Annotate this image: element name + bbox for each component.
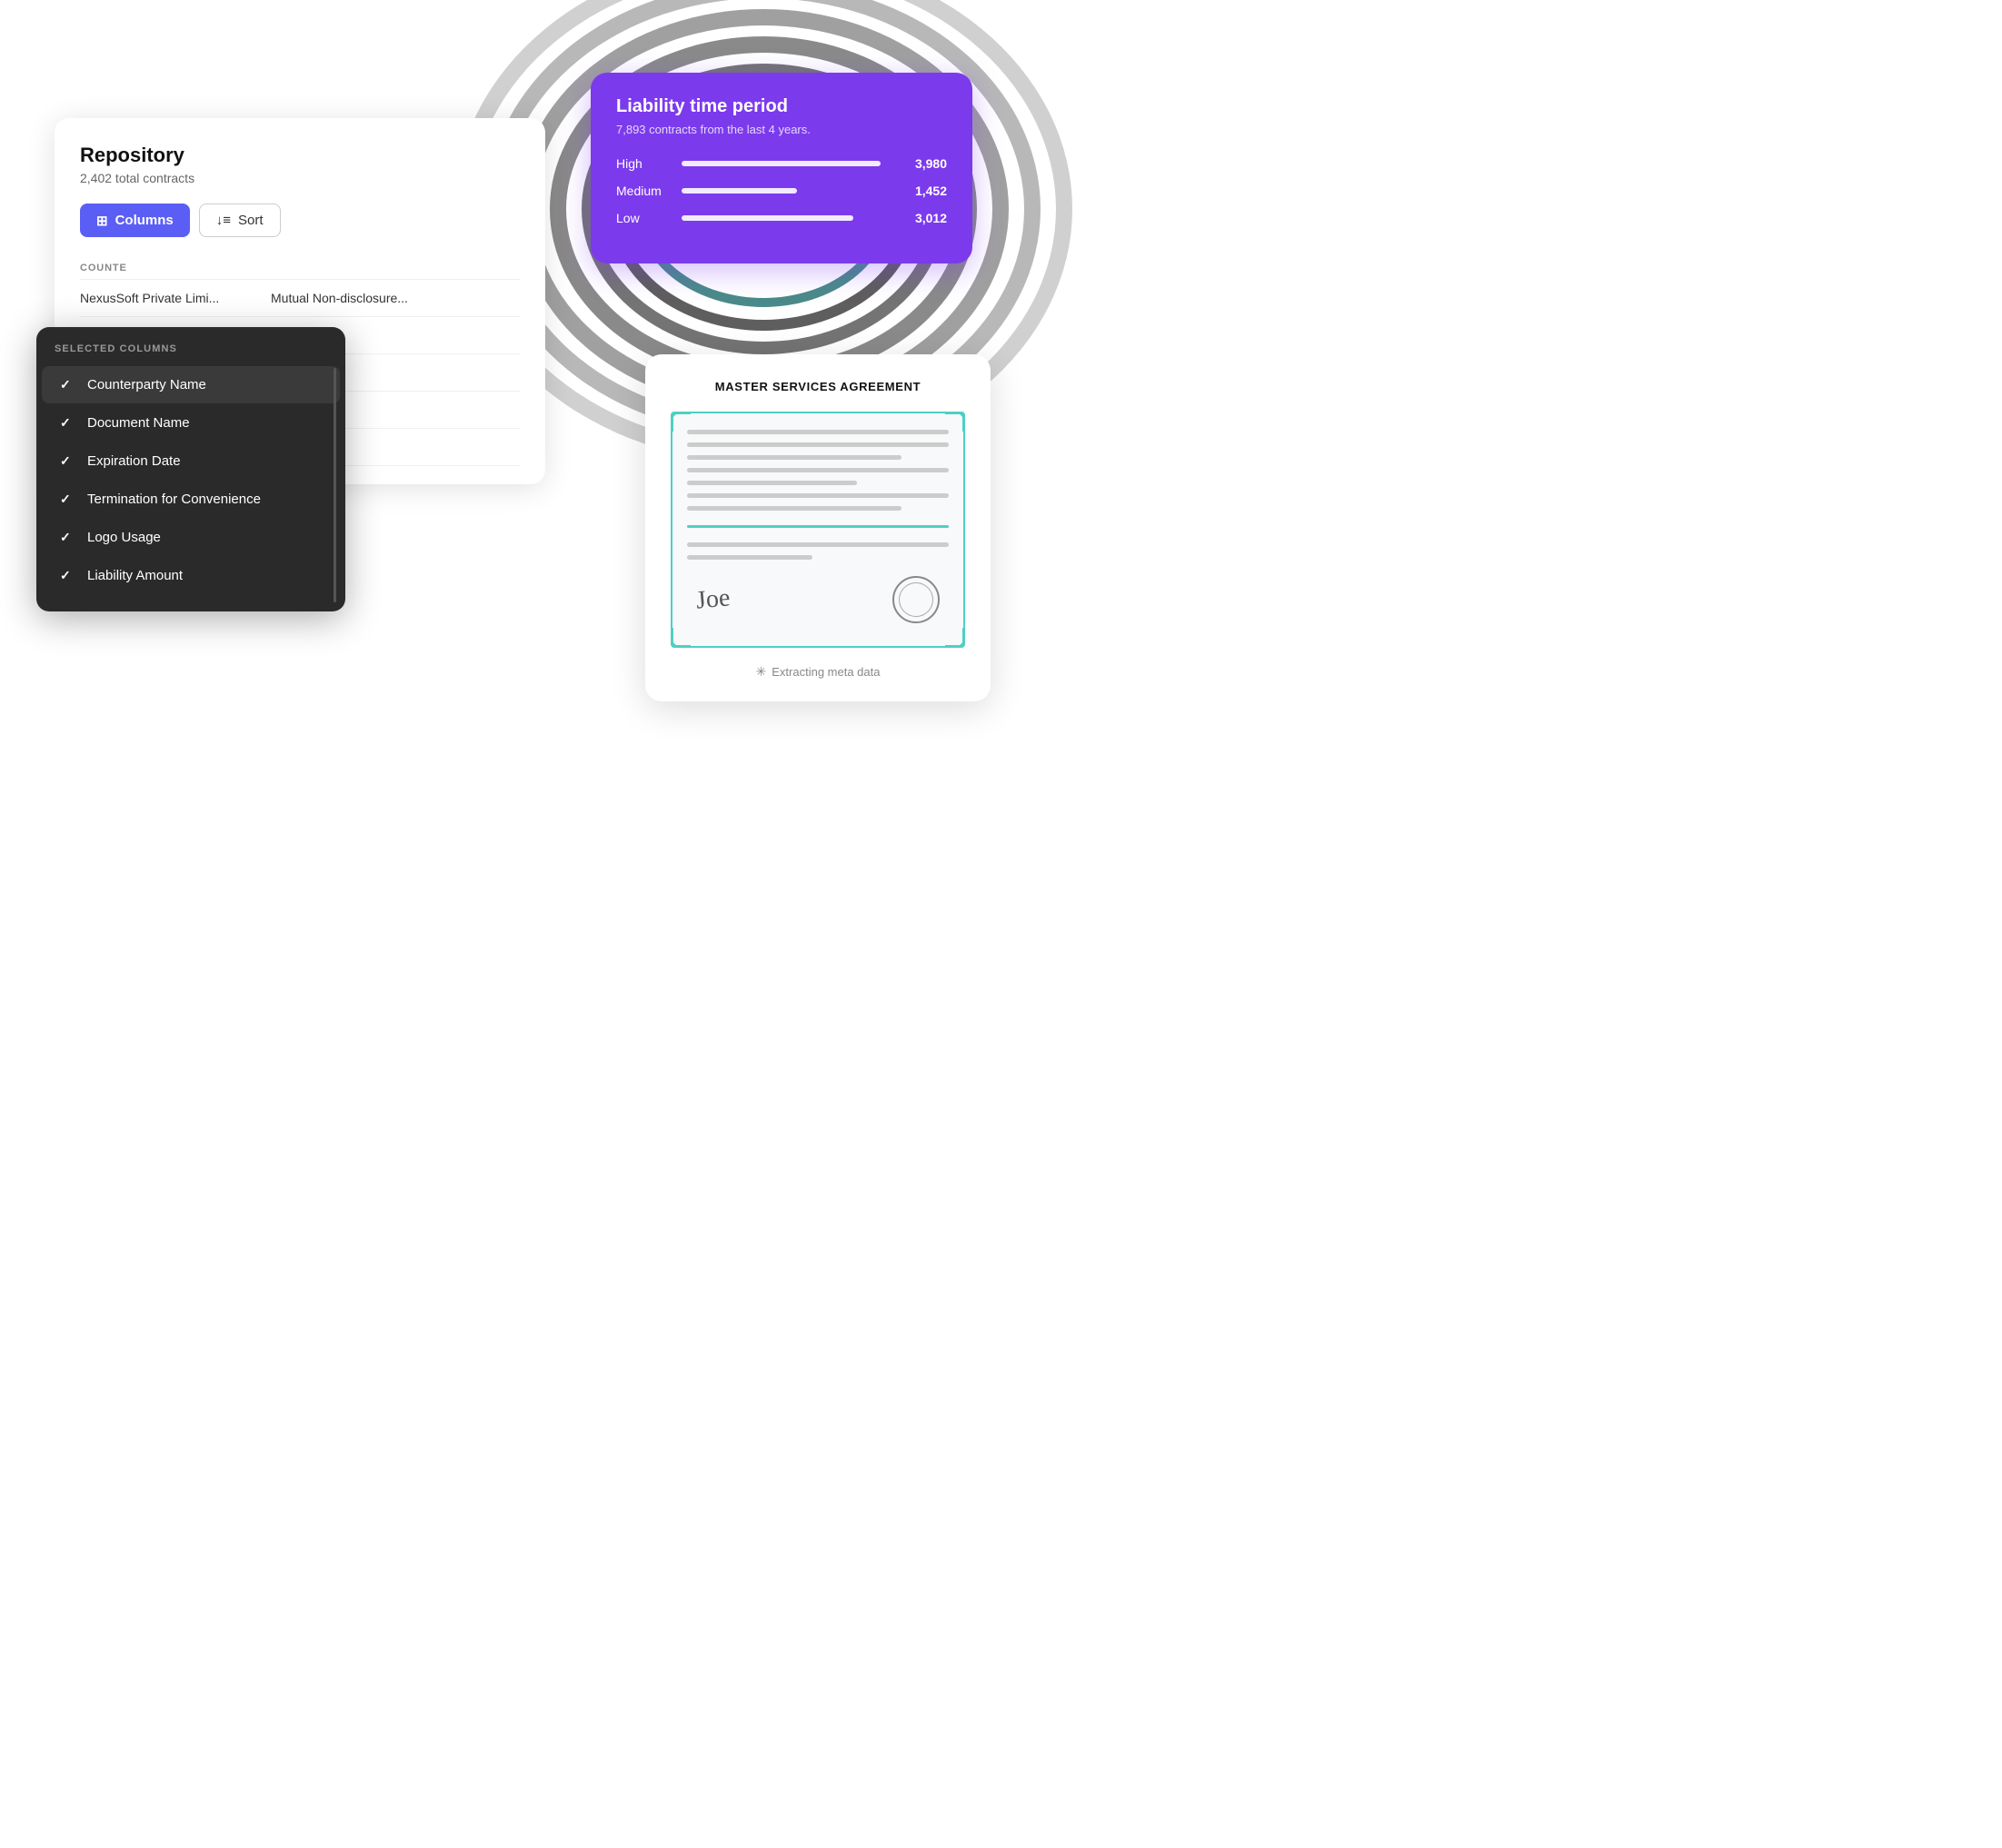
- doc-line: [687, 481, 857, 485]
- spinner-icon: ✳: [756, 664, 767, 680]
- corner-br: [945, 628, 965, 648]
- msa-title: MASTER SERVICES AGREEMENT: [671, 380, 965, 393]
- columns-button[interactable]: ⊞ Columns: [80, 204, 190, 237]
- dropdown-item-liability[interactable]: ✓ Liability Amount: [42, 557, 340, 594]
- liability-bar-high: [682, 161, 881, 166]
- doc-line: [687, 455, 901, 460]
- sort-button[interactable]: ↓≡ Sort: [199, 204, 281, 237]
- doc-separator: [687, 525, 949, 528]
- liability-bar-low: [682, 215, 853, 221]
- liability-bar-container-low: [682, 215, 891, 221]
- liability-row-low: Low 3,012: [616, 211, 947, 225]
- table-header: COUNTE: [80, 255, 520, 280]
- corner-tr: [945, 412, 965, 432]
- liability-bar-container-medium: [682, 188, 891, 194]
- doc-line: [687, 493, 949, 498]
- table-row: NexusSoft Private Limi... Mutual Non-dis…: [80, 280, 520, 317]
- columns-icon: ⊞: [96, 213, 108, 229]
- liability-value-high: 3,980: [901, 156, 947, 171]
- liability-label-medium: Medium: [616, 184, 671, 198]
- dropdown-item-expiration[interactable]: ✓ Expiration Date: [42, 442, 340, 480]
- check-icon: ✓: [60, 530, 75, 545]
- extracting-label: ✳ Extracting meta data: [671, 664, 965, 680]
- doc-line: [687, 506, 901, 511]
- scrollbar: [334, 368, 336, 602]
- doc-line: [687, 555, 812, 560]
- doc-signature-area: Joe: [687, 576, 949, 623]
- repo-subtitle: 2,402 total contracts: [80, 171, 520, 185]
- item-label: Document Name: [87, 415, 190, 431]
- columns-dropdown: SELECTED COLUMNS ✓ Counterparty Name ✓ D…: [36, 327, 345, 611]
- liability-bar-container-high: [682, 161, 891, 166]
- liability-row-high: High 3,980: [616, 156, 947, 171]
- liability-card: Liability time period 7,893 contracts fr…: [591, 73, 972, 263]
- item-label: Expiration Date: [87, 453, 181, 469]
- item-label: Counterparty Name: [87, 377, 206, 392]
- repo-actions: ⊞ Columns ↓≡ Sort: [80, 204, 520, 237]
- signature: Joe: [695, 583, 732, 615]
- dropdown-item-counterparty[interactable]: ✓ Counterparty Name: [42, 366, 340, 403]
- columns-label: Columns: [115, 213, 174, 228]
- liability-label-low: Low: [616, 211, 671, 225]
- liability-value-low: 3,012: [901, 211, 947, 225]
- stamp-inner: [899, 582, 933, 617]
- dropdown-item-termination[interactable]: ✓ Termination for Convenience: [42, 481, 340, 518]
- doc-line: [687, 442, 949, 447]
- item-label: Termination for Convenience: [87, 492, 261, 507]
- doc-line: [687, 468, 949, 472]
- liability-row-medium: Medium 1,452: [616, 184, 947, 198]
- liability-value-medium: 1,452: [901, 184, 947, 198]
- liability-subtitle: 7,893 contracts from the last 4 years.: [616, 123, 947, 136]
- cell-counterparty: NexusSoft Private Limi...: [80, 291, 244, 305]
- check-icon: ✓: [60, 568, 75, 583]
- corner-bl: [671, 628, 691, 648]
- check-icon: ✓: [60, 492, 75, 507]
- sort-icon: ↓≡: [216, 213, 231, 228]
- liability-label-high: High: [616, 156, 671, 171]
- repo-title: Repository: [80, 144, 520, 167]
- check-icon: ✓: [60, 453, 75, 469]
- dropdown-item-logo[interactable]: ✓ Logo Usage: [42, 519, 340, 556]
- check-icon: ✓: [60, 377, 75, 392]
- doc-preview: Joe: [671, 412, 965, 648]
- check-icon: ✓: [60, 415, 75, 431]
- liability-title: Liability time period: [616, 96, 947, 117]
- doc-line: [687, 542, 949, 547]
- cell-doc: Mutual Non-disclosure...: [271, 291, 453, 305]
- item-label: Liability Amount: [87, 568, 183, 583]
- sort-label: Sort: [238, 213, 264, 228]
- doc-line: [687, 430, 949, 434]
- dropdown-item-document[interactable]: ✓ Document Name: [42, 404, 340, 442]
- corner-tl: [671, 412, 691, 432]
- item-label: Logo Usage: [87, 530, 161, 545]
- msa-card: MASTER SERVICES AGREEMENT Joe ✳ Extracti…: [645, 354, 991, 701]
- liability-bar-medium: [682, 188, 797, 194]
- dropdown-header: SELECTED COLUMNS: [36, 343, 345, 365]
- extracting-text: Extracting meta data: [772, 665, 880, 679]
- stamp-circle: [892, 576, 940, 623]
